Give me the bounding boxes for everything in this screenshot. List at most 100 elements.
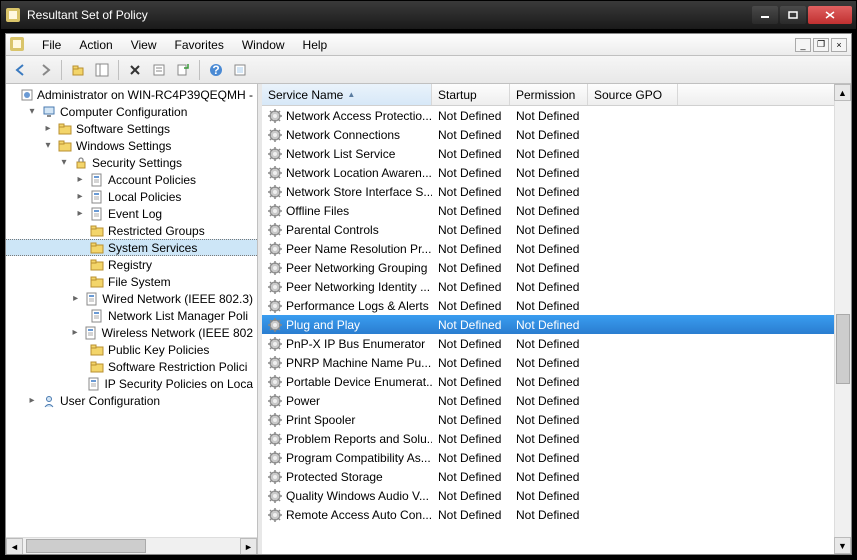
tree-hscrollbar[interactable]: ◄ ► <box>6 537 257 554</box>
column-header-permission[interactable]: Permission <box>510 84 588 105</box>
mdi-close-button[interactable]: × <box>831 38 847 52</box>
scroll-right-button[interactable]: ► <box>240 538 257 554</box>
list-row[interactable]: Remote Access Auto Con...Not DefinedNot … <box>262 505 851 524</box>
tree-item[interactable]: ▾Security Settings <box>6 154 257 171</box>
tree-item[interactable]: ▸Wired Network (IEEE 802.3) <box>6 290 257 307</box>
cell-permission: Not Defined <box>510 470 588 484</box>
cell-startup: Not Defined <box>432 204 510 218</box>
expand-collapse-icon[interactable]: ▸ <box>74 174 86 185</box>
expand-collapse-icon[interactable]: ▸ <box>74 191 86 202</box>
expand-collapse-icon[interactable]: ▸ <box>70 293 81 304</box>
cell-service-name: Program Compatibility As... <box>262 451 432 465</box>
expand-collapse-icon[interactable]: ▾ <box>26 106 38 117</box>
refresh-button[interactable] <box>229 59 251 81</box>
delete-button[interactable] <box>124 59 146 81</box>
tree-item[interactable]: Registry <box>6 256 257 273</box>
expand-collapse-icon[interactable]: ▸ <box>74 208 86 219</box>
list-row[interactable]: PowerNot DefinedNot Defined <box>262 391 851 410</box>
cell-service-name: PnP-X IP Bus Enumerator <box>262 337 432 351</box>
scroll-up-button[interactable]: ▲ <box>834 84 851 101</box>
expand-collapse-icon[interactable]: ▸ <box>26 395 38 406</box>
cell-startup: Not Defined <box>432 280 510 294</box>
tree-item[interactable]: ▸User Configuration <box>6 392 257 409</box>
toolbar-separator <box>199 60 200 80</box>
tree-item[interactable]: ▾Computer Configuration <box>6 103 257 120</box>
tree-item[interactable]: Administrator on WIN-RC4P39QEQMH - <box>6 86 257 103</box>
mdi-minimize-button[interactable]: _ <box>795 38 811 52</box>
expand-collapse-icon[interactable]: ▸ <box>69 327 80 338</box>
scroll-down-button[interactable]: ▼ <box>834 537 851 554</box>
column-header-service-name[interactable]: Service Name▲ <box>262 84 432 105</box>
cell-permission: Not Defined <box>510 318 588 332</box>
scroll-thumb[interactable] <box>26 539 146 553</box>
tree[interactable]: Administrator on WIN-RC4P39QEQMH -▾Compu… <box>6 84 257 537</box>
list-row[interactable]: Plug and PlayNot DefinedNot Defined <box>262 315 851 334</box>
list-body[interactable]: Network Access Protectio...Not DefinedNo… <box>262 106 851 554</box>
tree-item[interactable]: IP Security Policies on Loca <box>6 375 257 392</box>
show-hide-tree-button[interactable] <box>91 59 113 81</box>
cell-permission: Not Defined <box>510 223 588 237</box>
menu-favorites[interactable]: Favorites <box>167 36 232 54</box>
list-row[interactable]: Protected StorageNot DefinedNot Defined <box>262 467 851 486</box>
list-row[interactable]: Print SpoolerNot DefinedNot Defined <box>262 410 851 429</box>
tree-item[interactable]: ▸Software Settings <box>6 120 257 137</box>
list-row[interactable]: Quality Windows Audio V...Not DefinedNot… <box>262 486 851 505</box>
tree-item[interactable]: Software Restriction Polici <box>6 358 257 375</box>
tree-item[interactable]: ▸Account Policies <box>6 171 257 188</box>
list-row[interactable]: PnP-X IP Bus EnumeratorNot DefinedNot De… <box>262 334 851 353</box>
list-row[interactable]: Program Compatibility As...Not DefinedNo… <box>262 448 851 467</box>
list-row[interactable]: Performance Logs & AlertsNot DefinedNot … <box>262 296 851 315</box>
menu-help[interactable]: Help <box>295 36 336 54</box>
mdi-restore-button[interactable]: ❐ <box>813 38 829 52</box>
expand-collapse-icon[interactable]: ▾ <box>58 157 70 168</box>
export-button[interactable] <box>172 59 194 81</box>
menu-file[interactable]: File <box>34 36 69 54</box>
list-row[interactable]: Peer Name Resolution Pr...Not DefinedNot… <box>262 239 851 258</box>
up-button[interactable] <box>67 59 89 81</box>
tree-item[interactable]: Network List Manager Poli <box>6 307 257 324</box>
help-button[interactable]: ? <box>205 59 227 81</box>
tree-item[interactable]: ▾Windows Settings <box>6 137 257 154</box>
properties-button[interactable] <box>148 59 170 81</box>
service-name-text: Network Location Awaren... <box>286 166 432 180</box>
list-row[interactable]: Portable Device Enumerat...Not DefinedNo… <box>262 372 851 391</box>
list-row[interactable]: Peer Networking Identity ...Not DefinedN… <box>262 277 851 296</box>
list-row[interactable]: Offline FilesNot DefinedNot Defined <box>262 201 851 220</box>
menu-view[interactable]: View <box>123 36 165 54</box>
tree-item[interactable]: Public Key Policies <box>6 341 257 358</box>
tree-item[interactable]: System Services <box>6 239 257 256</box>
minimize-button[interactable] <box>752 6 778 24</box>
close-button[interactable] <box>808 6 852 24</box>
tree-item[interactable]: File System <box>6 273 257 290</box>
expand-collapse-icon[interactable]: ▾ <box>42 140 54 151</box>
list-row[interactable]: Problem Reports and Solu...Not DefinedNo… <box>262 429 851 448</box>
column-header-startup[interactable]: Startup <box>432 84 510 105</box>
expand-collapse-icon[interactable]: ▸ <box>42 123 54 134</box>
scroll-left-button[interactable]: ◄ <box>6 538 23 554</box>
list-vscrollbar[interactable]: ▲ ▼ <box>834 84 851 554</box>
forward-button[interactable] <box>34 59 56 81</box>
tree-item[interactable]: ▸Event Log <box>6 205 257 222</box>
list-row[interactable]: PNRP Machine Name Pu...Not DefinedNot De… <box>262 353 851 372</box>
back-button[interactable] <box>10 59 32 81</box>
list-row[interactable]: Network Location Awaren...Not DefinedNot… <box>262 163 851 182</box>
gear-icon <box>268 318 282 332</box>
list-row[interactable]: Network Store Interface S...Not DefinedN… <box>262 182 851 201</box>
tree-item[interactable]: ▸Wireless Network (IEEE 802 <box>6 324 257 341</box>
titlebar[interactable]: Resultant Set of Policy <box>1 1 856 29</box>
scroll-thumb[interactable] <box>836 314 850 384</box>
column-header-source-gpo[interactable]: Source GPO <box>588 84 678 105</box>
list-row[interactable]: Network List ServiceNot DefinedNot Defin… <box>262 144 851 163</box>
cell-permission: Not Defined <box>510 280 588 294</box>
tree-item[interactable]: Restricted Groups <box>6 222 257 239</box>
list-row[interactable]: Network Access Protectio...Not DefinedNo… <box>262 106 851 125</box>
tree-item[interactable]: ▸Local Policies <box>6 188 257 205</box>
list-row[interactable]: Parental ControlsNot DefinedNot Defined <box>262 220 851 239</box>
list-row[interactable]: Peer Networking GroupingNot DefinedNot D… <box>262 258 851 277</box>
svg-text:?: ? <box>212 63 219 77</box>
list-row[interactable]: Network ConnectionsNot DefinedNot Define… <box>262 125 851 144</box>
service-name-text: Peer Name Resolution Pr... <box>286 242 431 256</box>
menu-window[interactable]: Window <box>234 36 293 54</box>
maximize-button[interactable] <box>780 6 806 24</box>
menu-action[interactable]: Action <box>71 36 120 54</box>
